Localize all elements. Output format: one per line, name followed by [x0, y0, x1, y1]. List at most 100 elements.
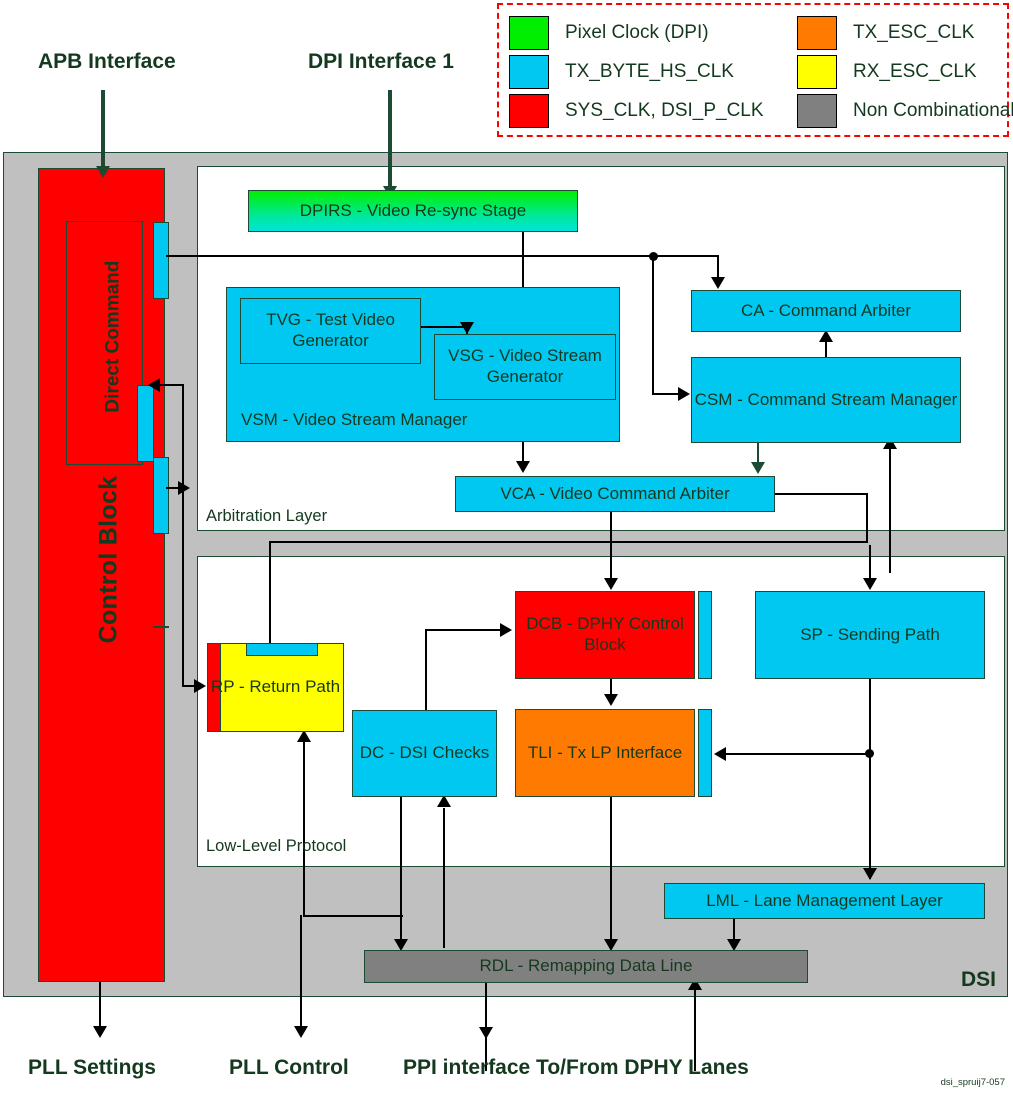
csm-label: CSM - Command Stream Manager [694, 389, 958, 409]
legend-label-pixel-clock: Pixel Clock (DPI) [565, 21, 709, 43]
wire-dc-up [425, 629, 427, 711]
arrow-rdl-to-ppi [479, 1027, 493, 1039]
dc-block[interactable]: DC - DSI Checks [352, 710, 497, 797]
dpi-interface-label: DPI Interface 1 [308, 50, 454, 73]
control-block-port-lower [153, 457, 169, 534]
arrow-pll-control [294, 1026, 308, 1038]
wire-tli-to-rdl [610, 797, 612, 944]
vsg-block[interactable]: VSG - Video Stream Generator [434, 334, 616, 400]
tli-block[interactable]: TLI - Tx LP Interface [515, 709, 695, 797]
control-block-port-middle [137, 385, 154, 462]
control-block[interactable]: Control Block Direct Command [38, 168, 169, 982]
tvg-label: TVG - Test Video Generator [266, 310, 395, 350]
wire-vca-down [866, 493, 868, 542]
wire-rdl-to-rp-horizontal [303, 915, 403, 917]
junction-dot-top [649, 252, 658, 261]
wire-junction-to-ca [653, 255, 719, 257]
arrow-ctrl-to-arb [178, 481, 190, 495]
vsm-label: VSM - Video Stream Manager [241, 410, 468, 430]
arrow-vca-to-dcb [604, 578, 618, 590]
arrow-sp-to-lml [863, 868, 877, 880]
wire-junction-down [652, 255, 654, 395]
legend-swatch-non-combinational [797, 94, 849, 129]
direct-command-label: Direct Command [102, 260, 124, 413]
wire-rdl-to-dc [443, 808, 445, 948]
legend-label-sys-clk: SYS_CLK, DSI_P_CLK [565, 100, 764, 122]
wire-rdl-to-rp-vertical [303, 742, 305, 917]
legend-swatch-rx-esc-clk [797, 54, 849, 89]
wire-sp-down [869, 679, 871, 879]
ca-block[interactable]: CA - Command Arbiter [691, 290, 961, 332]
control-block-port-top [153, 222, 169, 299]
dpi-arrow-line [388, 90, 392, 190]
legend-swatch-tx-byte-hs-clk [509, 54, 561, 89]
wire-pll-control [300, 915, 302, 1036]
legend-label-rx-esc-clk: RX_ESC_CLK [853, 60, 977, 82]
junction-dot-sp [865, 749, 874, 758]
low-level-protocol-label: Low-Level Protocol [206, 837, 347, 855]
lml-block[interactable]: LML - Lane Management Layer [664, 883, 985, 919]
tli-cyan-port [698, 709, 712, 797]
arrow-into-sp [863, 578, 877, 590]
arrow-tvg-to-vsg [460, 322, 474, 334]
legend-label-tx-byte-hs-clk: TX_BYTE_HS_CLK [565, 60, 734, 82]
arrow-csm-to-vca [751, 462, 765, 474]
arrow-pll-settings [93, 1026, 107, 1038]
wire-dc-feedback-vertical [182, 384, 184, 687]
wire-to-sp [869, 545, 871, 580]
apb-arrow-line [101, 90, 105, 170]
wire-vca-right [775, 493, 868, 495]
legend-swatch-sys-clk [509, 94, 561, 129]
legend-label-non-combinational: Non Combinational [853, 100, 1013, 122]
sp-block[interactable]: SP - Sending Path [755, 591, 985, 679]
dcb-cyan-port [698, 591, 712, 679]
wire-vca-bottom-rail [269, 541, 868, 543]
arrow-dcb-to-tli [604, 694, 618, 706]
pll-control-label: PLL Control [229, 1056, 349, 1079]
arrow-vsg-to-vca [516, 461, 530, 473]
rp-cyan-strip [246, 644, 318, 656]
dsi-label: DSI [961, 968, 997, 991]
watermark: dsi_spruij7-057 [940, 1077, 1005, 1088]
legend-label-tx-esc-clk: TX_ESC_CLK [853, 21, 975, 43]
csm-block[interactable]: CSM - Command Stream Manager [691, 357, 961, 443]
lml-label: LML - Lane Management Layer [706, 890, 943, 910]
rdl-block[interactable]: RDL - Remapping Data Line [364, 950, 808, 983]
ca-label: CA - Command Arbiter [740, 300, 912, 320]
wire-feedback-to-csm [889, 443, 891, 573]
sp-label: SP - Sending Path [800, 624, 940, 644]
wire-rail-to-rp [269, 569, 271, 643]
arrow-dc-to-dcb [500, 623, 512, 637]
apb-arrow-head [96, 166, 110, 178]
wire-into-direct-command [160, 384, 184, 386]
dcb-block[interactable]: DCB - DPHY Control Block [515, 591, 695, 679]
vca-label: VCA - Video Command Arbiter [500, 483, 730, 503]
dc-label: DC - DSI Checks [359, 743, 490, 763]
wire-sp-to-tli [726, 753, 869, 755]
direct-command-block[interactable]: Direct Command [66, 221, 143, 465]
legend-swatch-pixel-clock [509, 15, 561, 50]
tli-label: TLI - Tx LP Interface [527, 742, 683, 762]
arrow-into-csm [678, 387, 690, 401]
control-block-port-spacer [153, 626, 169, 628]
pll-settings-label: PLL Settings [28, 1056, 156, 1079]
arrow-into-direct-command [148, 378, 160, 392]
apb-interface-label: APB Interface [38, 50, 176, 73]
dcb-label: DCB - DPHY Control Block [526, 614, 684, 654]
vca-block[interactable]: VCA - Video Command Arbiter [455, 476, 775, 512]
dpirs-block[interactable]: DPIRS - Video Re-sync Stage [248, 190, 578, 232]
legend-swatch-tx-esc-clk [797, 15, 849, 50]
wire-rail-left-down [269, 541, 271, 571]
wire-vca-to-dcb [610, 512, 612, 580]
wire-dc-to-dcb [425, 629, 503, 631]
tvg-block[interactable]: TVG - Test Video Generator [240, 298, 421, 364]
ppi-interface-label: PPI interface To/From DPHY Lanes [403, 1056, 749, 1079]
arbitration-layer-label: Arbitration Layer [206, 507, 328, 525]
rp-block[interactable]: RP - Return Path [207, 643, 344, 732]
diagram-canvas: Pixel Clock (DPI) TX_ESC_CLK TX_BYTE_HS_… [0, 0, 1013, 1093]
legend-panel: Pixel Clock (DPI) TX_ESC_CLK TX_BYTE_HS_… [497, 3, 1013, 137]
arrow-sp-to-tli [714, 747, 726, 761]
rp-label: RP - Return Path [210, 677, 341, 697]
rdl-label: RDL - Remapping Data Line [479, 956, 693, 976]
vsg-label: VSG - Video Stream Generator [448, 346, 602, 386]
